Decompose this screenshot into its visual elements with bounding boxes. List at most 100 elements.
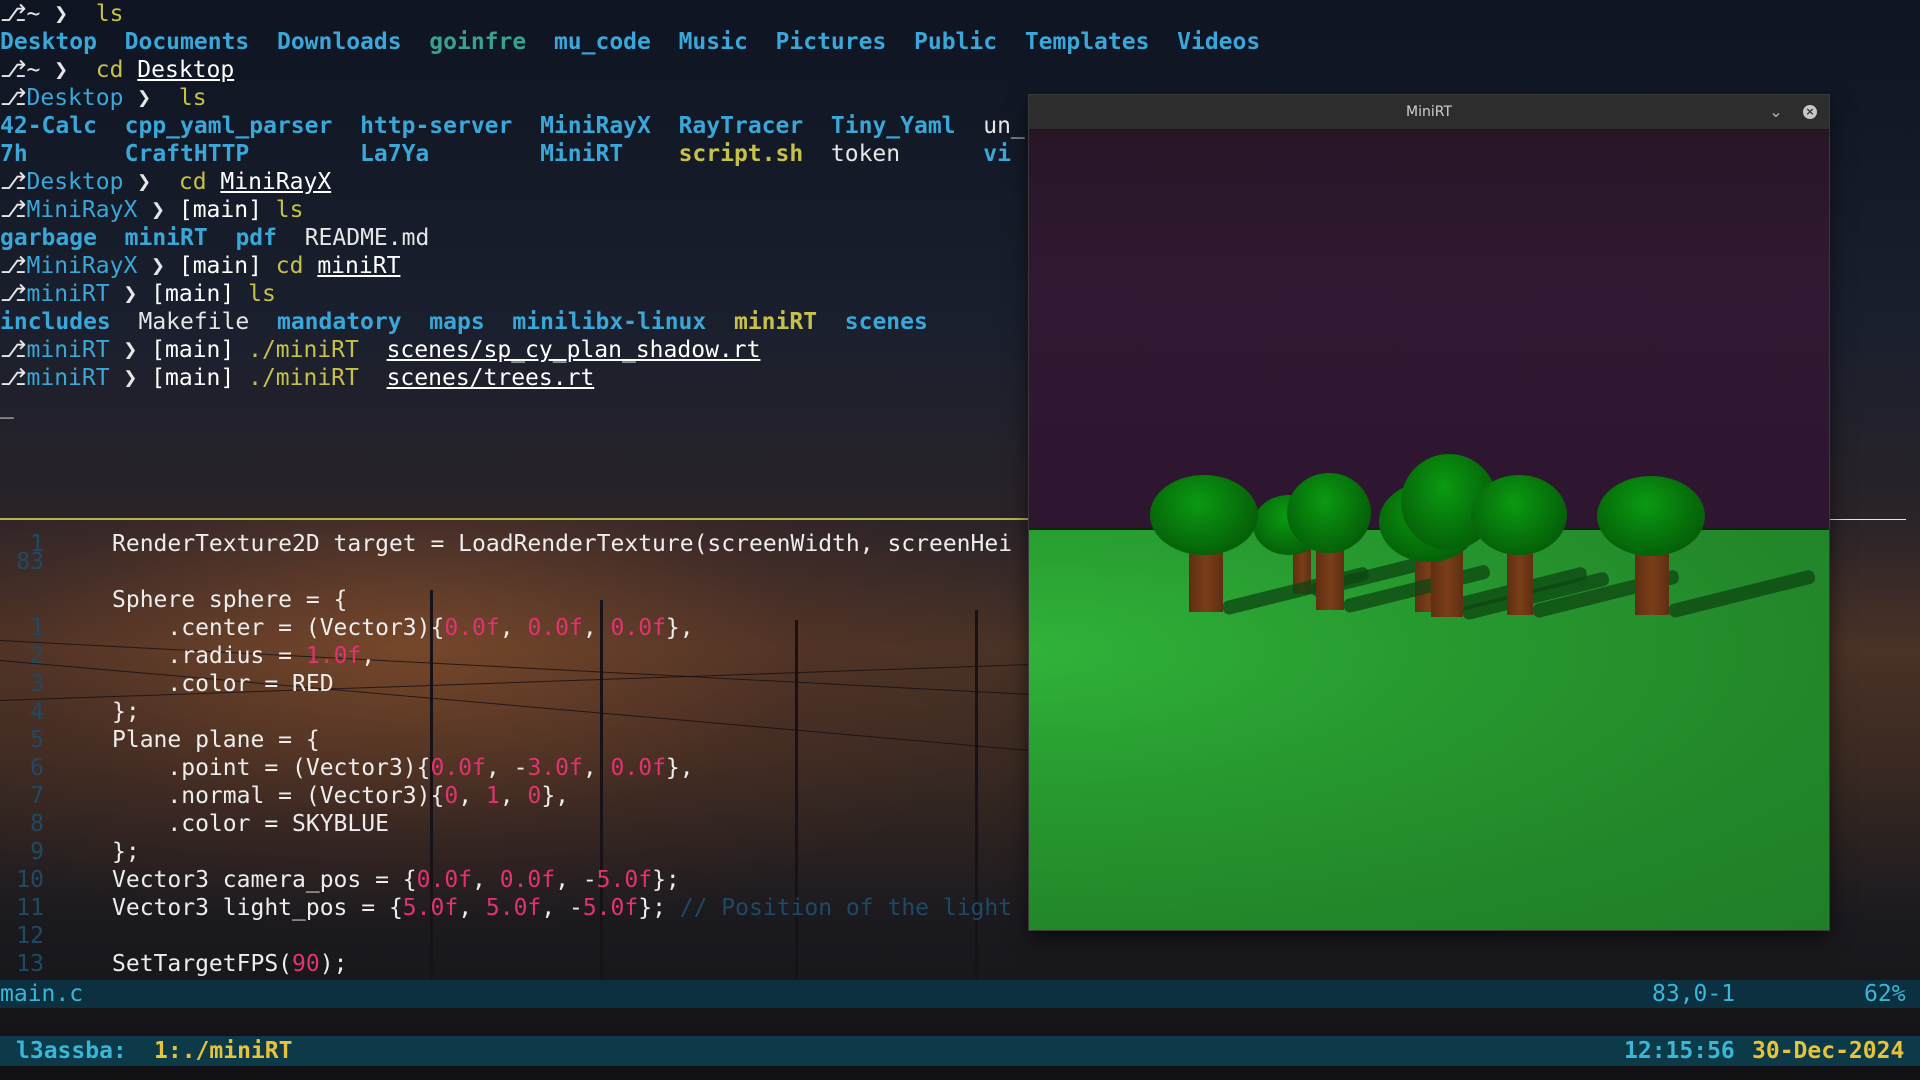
terminal-token: ls <box>275 197 304 223</box>
minirt-window[interactable]: MiniRT ⌄ × <box>1029 95 1829 930</box>
terminal-pane[interactable]: ⎇~ ❯ ls Desktop Documents Downloads goinf… <box>0 0 1260 520</box>
terminal-token: [main] <box>178 253 276 279</box>
terminal-token: [main] <box>178 197 276 223</box>
line-number: 2 <box>30 643 44 669</box>
terminal-line: ⎇miniRT ❯ [main] ./miniRT scenes/sp_cy_p… <box>0 336 760 364</box>
terminal-token: miniRT <box>733 309 818 335</box>
terminal-line: ⎇miniRT ❯ [main] ./miniRT scenes/trees.r… <box>0 364 594 392</box>
terminal-token: ⎇ <box>0 365 27 391</box>
code-token: , - <box>541 895 583 921</box>
line-number: 6 <box>30 755 44 781</box>
code-editor[interactable]: 1831234567891011121314RenderTexture2D ta… <box>0 530 1030 1005</box>
terminal-token: cpp_yaml_parser <box>124 113 333 139</box>
code-line: }; <box>112 698 140 726</box>
terminal-token: scenes <box>844 309 928 335</box>
close-icon[interactable]: × <box>1803 105 1817 119</box>
line-number: 8 <box>30 811 44 837</box>
terminal-token: goinfre <box>429 29 527 55</box>
terminal-token: ls <box>178 85 207 111</box>
code-token: , <box>472 867 500 893</box>
code-line: .color = SKYBLUE <box>112 810 389 838</box>
code-token: Plane plane = { <box>112 727 320 753</box>
terminal-token: MiniRayX <box>540 113 651 139</box>
code-token: RenderTexture2D target = LoadRenderTextu… <box>112 531 1013 557</box>
terminal-token: ❯ <box>109 281 152 307</box>
terminal-token: mandatory <box>276 309 402 335</box>
terminal-line: ⎇MiniRayX ❯ [main] ls <box>0 196 303 224</box>
terminal-line: ⎇MiniRayX ❯ [main] cd miniRT <box>0 252 400 280</box>
code-token: 90 <box>292 951 320 977</box>
terminal-token: Desktop <box>137 57 235 83</box>
statusline-percent: 62% <box>1864 981 1906 1007</box>
line-number: 11 <box>16 895 44 921</box>
code-token: ); <box>319 951 348 977</box>
terminal-token: Downloads <box>276 29 402 55</box>
terminal-token: Desktop <box>26 169 124 195</box>
tree-trunk <box>1507 545 1533 615</box>
line-number: 4 <box>30 699 44 725</box>
code-line: .color = RED <box>112 670 333 698</box>
terminal-token: includes <box>0 309 111 335</box>
terminal-line: ⎇~ ❯ ls <box>0 0 123 28</box>
terminal-token: cd <box>275 253 318 279</box>
line-number: 12 <box>16 923 44 949</box>
terminal-line: 7h CraftHTTP La7Ya MiniRT script.sh toke… <box>0 140 1011 168</box>
code-line: RenderTexture2D target = LoadRenderTextu… <box>112 530 1012 558</box>
line-number: 10 <box>16 867 44 893</box>
terminal-token: ls <box>95 1 124 27</box>
terminal-line: includes Makefile mandatory maps minilib… <box>0 308 928 336</box>
terminal-token: README.md <box>304 225 430 251</box>
code-token: , <box>582 615 611 641</box>
terminal-token: ⎇ <box>0 169 27 195</box>
terminal-token: miniRT <box>26 365 110 391</box>
code-token: }; <box>112 839 140 865</box>
code-token: 1 <box>485 783 500 809</box>
line-number: 5 <box>30 727 44 753</box>
code-token: }; <box>638 895 680 921</box>
terminal-token: http-server <box>360 113 513 139</box>
code-token: .color = SKYBLUE <box>112 811 389 837</box>
code-token: , <box>499 783 528 809</box>
code-token: .point = (Vector3){ <box>112 755 431 781</box>
code-token: Vector3 camera_pos = { <box>112 867 417 893</box>
tmux-window-tab[interactable]: 1:./miniRT <box>154 1036 292 1066</box>
code-token: .radius = <box>112 643 306 669</box>
minirt-titlebar[interactable]: MiniRT ⌄ × <box>1029 95 1829 130</box>
minimize-chevron-icon[interactable]: ⌄ <box>1767 103 1785 121</box>
code-line: Vector3 camera_pos = {0.0f, 0.0f, -5.0f}… <box>112 866 680 894</box>
terminal-token: [main] <box>151 337 249 363</box>
tree-crown <box>1471 475 1567 555</box>
line-number: 83 <box>16 549 44 575</box>
code-token: 0 <box>527 783 542 809</box>
code-token: 0.0f <box>416 867 473 893</box>
terminal-token: CraftHTTP <box>124 141 250 167</box>
tmux-clock: 12:15:56 <box>1624 1038 1735 1064</box>
terminal-token: ⎇~ ❯ <box>0 1 96 27</box>
code-token: Sphere sphere = { <box>112 587 348 613</box>
pane-divider-right <box>1830 519 1906 520</box>
code-token: SetTargetFPS( <box>112 951 293 977</box>
raytraced-scene-canvas <box>1029 130 1829 930</box>
terminal-token: MiniRayX <box>26 253 138 279</box>
terminal-token: ⎇ <box>0 85 27 111</box>
terminal-token: miniRT <box>26 337 110 363</box>
terminal-token: ⎇ <box>0 197 27 223</box>
terminal-token: Documents <box>124 29 250 55</box>
terminal-token: ⎇ <box>0 281 27 307</box>
code-line: .point = (Vector3){0.0f, -3.0f, 0.0f}, <box>112 754 693 782</box>
code-token: Vector3 light_pos = { <box>112 895 403 921</box>
